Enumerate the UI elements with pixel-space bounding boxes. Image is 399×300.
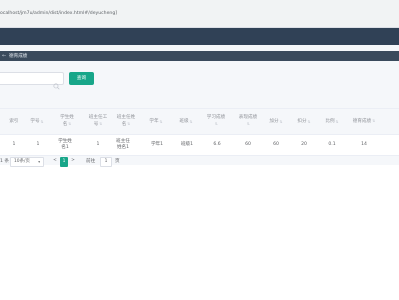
header-cell[interactable]: 表现成绩⇅ (237, 109, 259, 134)
sort-icon[interactable]: ⇅ (99, 122, 102, 126)
header-cell[interactable]: 加分 ⇅ (266, 109, 286, 134)
table-cell: 班级1 (180, 142, 194, 147)
prev-page-button[interactable]: < (51, 157, 59, 167)
top-navigation-bar (0, 28, 399, 45)
page-size-select[interactable]: 10条/页 ▾ (10, 157, 44, 167)
table-cell: 1 (96, 142, 100, 147)
sort-icon[interactable]: ⇅ (68, 122, 71, 126)
table-cell: 6.6 (213, 142, 221, 147)
sort-icon[interactable]: ⇅ (127, 122, 130, 126)
header-cell[interactable]: 学习成绩⇅ (205, 109, 227, 134)
url-text: ocalhost/jm7u/admin/dist/index.html#/dey… (0, 11, 118, 16)
table-cell: 60 (245, 142, 251, 147)
sort-icon[interactable]: ⇅ (41, 119, 44, 125)
sort-icon[interactable]: ⇅ (160, 119, 163, 125)
pagination: 共 1 条 10条/页▾ < 1 > 前往 1 页 (0, 157, 140, 169)
sort-icon[interactable]: ⇅ (372, 119, 375, 123)
sort-icon[interactable]: ⇅ (247, 122, 250, 126)
table-cell: 班主任姓名1 (116, 139, 130, 150)
sort-icon[interactable]: ⇅ (336, 119, 339, 125)
pagination-total: 共 1 条 (0, 159, 10, 164)
search-input[interactable] (0, 72, 64, 90)
page-suffix: 页 (115, 159, 120, 164)
header-cell[interactable]: 班主任工号⇅ (88, 109, 108, 134)
page-number-button[interactable]: 1 (60, 157, 68, 167)
sort-icon[interactable]: ⇅ (190, 119, 193, 125)
data-table: 索引 学号 ⇅ 学生姓名⇅ 班主任工号⇅ 班主任姓名⇅ 学年 ⇅ 班级 ⇅ 学习成绩⇅… (0, 108, 399, 156)
goto-page-input[interactable]: 1 (100, 157, 112, 167)
browser-address-bar[interactable]: ocalhost/jm7u/admin/dist/index.html#/dey… (0, 0, 399, 28)
table-header: 索引 学号 ⇅ 学生姓名⇅ 班主任工号⇅ 班主任姓名⇅ 学年 ⇅ 班级 ⇅ 学习成绩⇅… (0, 108, 399, 135)
header-cell: 索引 (9, 118, 19, 124)
table-cell: 学生姓名1 (58, 139, 72, 150)
table-cell: 1 (36, 142, 40, 147)
search-button[interactable]: 查询 (69, 72, 94, 85)
header-cell[interactable]: 扣分 ⇅ (294, 109, 314, 134)
header-cell[interactable]: 学号 ⇅ (28, 109, 46, 134)
section-title: 德育成绩 (9, 54, 28, 59)
table-cell: 14 (361, 142, 367, 147)
header-cell[interactable]: 班级 ⇅ (176, 109, 196, 134)
header-cell[interactable]: 班主任姓名⇅ (116, 109, 136, 134)
table-cell: 1 (12, 142, 16, 147)
chevron-down-icon: ▾ (38, 160, 40, 164)
goto-label: 前往 (86, 159, 96, 164)
section-header: ← 德育成绩 (0, 51, 399, 61)
next-page-button[interactable]: > (69, 157, 77, 167)
search-icon (53, 75, 60, 94)
sort-icon[interactable]: ⇅ (308, 119, 311, 125)
header-cell[interactable]: 比例 ⇅ (322, 109, 342, 134)
header-cell[interactable]: 学年 ⇅ (146, 109, 166, 134)
table-cell: 60 (273, 142, 279, 147)
table-cell: 学年1 (150, 142, 164, 147)
table-cell: 0.1 (328, 142, 336, 147)
header-cell[interactable]: 学生姓名⇅ (58, 109, 76, 134)
header-cell[interactable]: 德育成绩⇅ (352, 109, 376, 134)
sort-icon[interactable]: ⇅ (215, 122, 218, 126)
table-row[interactable]: 1 1 学生姓名1 1 班主任姓名1 学年1 班级1 6.6 60 60 20 … (0, 135, 399, 156)
back-icon[interactable]: ← (2, 53, 6, 59)
sort-icon[interactable]: ⇅ (280, 119, 283, 125)
table-cell: 20 (301, 142, 307, 147)
